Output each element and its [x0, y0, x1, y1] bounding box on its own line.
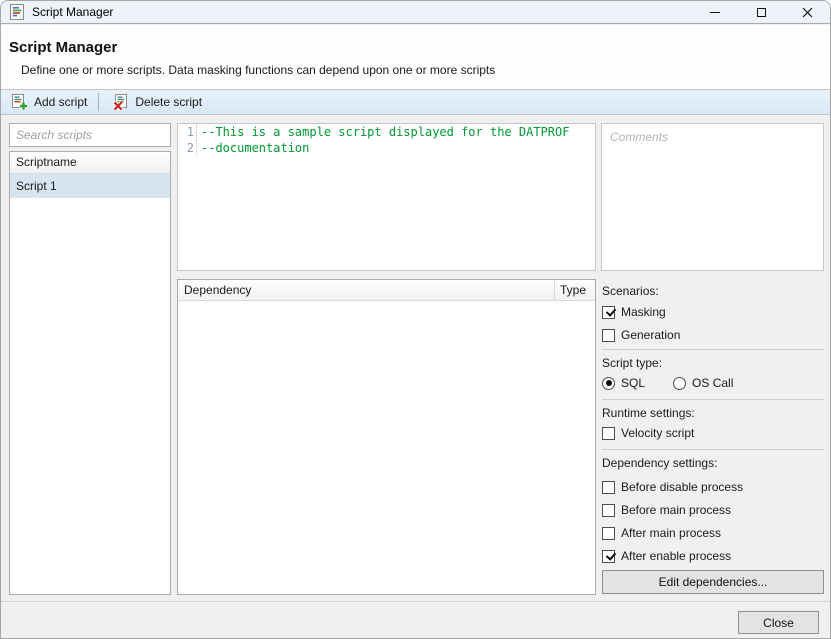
script-code-editor[interactable]: 1 --This is a sample script displayed fo… [177, 123, 596, 271]
code-line: 2 --documentation [178, 140, 595, 156]
list-item-script-1[interactable]: Script 1 [10, 174, 170, 198]
options-panel: Scenarios: Masking Generation Script typ… [602, 279, 824, 595]
checkbox-generation[interactable]: Generation [602, 327, 680, 343]
script-type-label: Script type: [602, 356, 662, 370]
add-script-button[interactable]: Add script [3, 91, 95, 113]
footer-divider [1, 601, 830, 602]
dialog-header: Script Manager Define one or more script… [1, 25, 830, 89]
section-divider [602, 399, 824, 400]
search-input[interactable] [9, 123, 171, 147]
close-window-button[interactable] [784, 1, 830, 23]
script-list-header: Scriptname [10, 152, 170, 174]
before-disable-process-label[interactable]: Before disable process [621, 480, 743, 494]
column-header-type[interactable]: Type [555, 280, 595, 300]
add-script-label: Add script [34, 95, 87, 109]
section-divider [602, 449, 824, 450]
minimize-button[interactable] [692, 1, 738, 23]
script-name-label: Script 1 [16, 179, 57, 193]
os-call-radio[interactable] [673, 377, 686, 390]
delete-script-label: Delete script [135, 95, 202, 109]
checkbox-before-disable-process[interactable]: Before disable process [602, 479, 743, 495]
toolbar: Add script Delete script [1, 89, 830, 115]
line-number: 1 [178, 124, 196, 140]
delete-script-icon [112, 94, 129, 110]
after-enable-process-checkbox[interactable] [602, 550, 615, 563]
section-divider [602, 349, 824, 350]
maximize-icon [757, 8, 766, 17]
code-line: 1 --This is a sample script displayed fo… [178, 124, 595, 140]
dependency-table-header: Dependency Type [178, 280, 595, 301]
velocity-script-label[interactable]: Velocity script [621, 426, 694, 440]
after-main-process-checkbox[interactable] [602, 527, 615, 540]
gutter-divider [196, 140, 198, 156]
code-text: --This is a sample script displayed for … [201, 124, 569, 140]
toolbar-separator [98, 93, 99, 111]
os-call-label[interactable]: OS Call [692, 376, 733, 390]
after-enable-process-label[interactable]: After enable process [621, 549, 731, 563]
before-main-process-label[interactable]: Before main process [621, 503, 731, 517]
masking-checkbox[interactable] [602, 306, 615, 319]
line-number: 2 [178, 140, 196, 156]
checkbox-after-main-process[interactable]: After main process [602, 525, 721, 541]
script-type-radios: SQL OS Call [602, 375, 733, 391]
checkbox-before-main-process[interactable]: Before main process [602, 502, 731, 518]
page-subtitle: Define one or more scripts. Data masking… [21, 63, 495, 77]
add-script-icon [11, 94, 28, 110]
before-disable-process-checkbox[interactable] [602, 481, 615, 494]
comments-input[interactable] [601, 123, 824, 271]
generation-checkbox[interactable] [602, 329, 615, 342]
dependency-table[interactable]: Dependency Type [177, 279, 596, 595]
close-icon [802, 7, 813, 18]
checkbox-after-enable-process[interactable]: After enable process [602, 548, 731, 564]
window-title: Script Manager [32, 5, 113, 19]
maximize-button[interactable] [738, 1, 784, 23]
script-manager-app-icon [9, 4, 25, 20]
edit-dependencies-button[interactable]: Edit dependencies... [602, 570, 824, 594]
checkbox-masking[interactable]: Masking [602, 304, 666, 320]
column-header-dependency[interactable]: Dependency [178, 280, 555, 300]
script-manager-dialog: Script Manager Script Manager Define one… [0, 0, 831, 639]
dependency-settings-label: Dependency settings: [602, 456, 717, 470]
after-main-process-label[interactable]: After main process [621, 526, 721, 540]
generation-label[interactable]: Generation [621, 328, 680, 342]
title-bar: Script Manager [1, 1, 830, 24]
velocity-script-checkbox[interactable] [602, 427, 615, 440]
sql-radio[interactable] [602, 377, 615, 390]
scenarios-label: Scenarios: [602, 284, 659, 298]
code-text: --documentation [201, 140, 309, 156]
minimize-icon [710, 12, 720, 13]
sql-label[interactable]: SQL [621, 376, 645, 390]
runtime-settings-label: Runtime settings: [602, 406, 695, 420]
checkbox-velocity-script[interactable]: Velocity script [602, 425, 694, 441]
before-main-process-checkbox[interactable] [602, 504, 615, 517]
delete-script-button[interactable]: Delete script [104, 91, 210, 113]
masking-label[interactable]: Masking [621, 305, 666, 319]
close-button[interactable]: Close [738, 611, 819, 634]
script-list: Scriptname Script 1 [9, 151, 171, 595]
gutter-divider [196, 124, 198, 140]
page-title: Script Manager [9, 39, 117, 56]
